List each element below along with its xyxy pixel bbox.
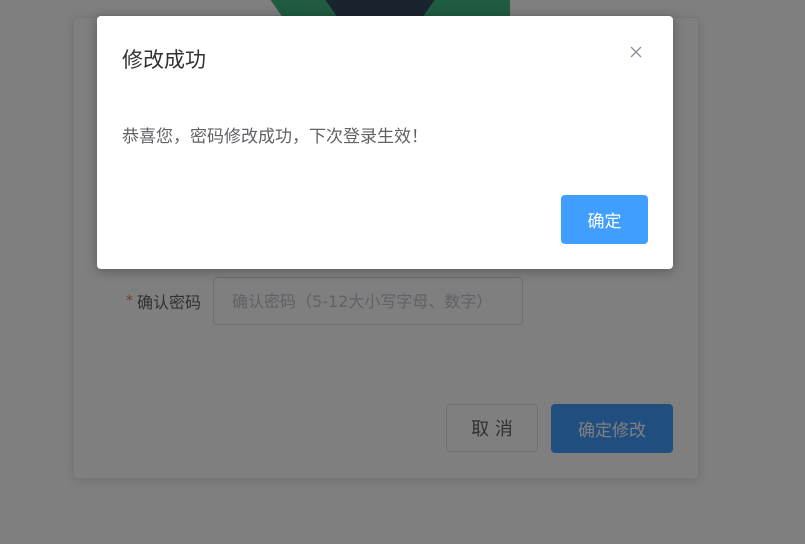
dialog-message: 恭喜您，密码修改成功，下次登录生效！ <box>122 127 428 147</box>
close-icon[interactable] <box>624 40 648 64</box>
dialog-title: 修改成功 <box>122 48 206 72</box>
dialog-confirm-button[interactable]: 确定 <box>561 195 648 244</box>
success-dialog: 修改成功 恭喜您，密码修改成功，下次登录生效！ 确定 <box>97 16 673 269</box>
